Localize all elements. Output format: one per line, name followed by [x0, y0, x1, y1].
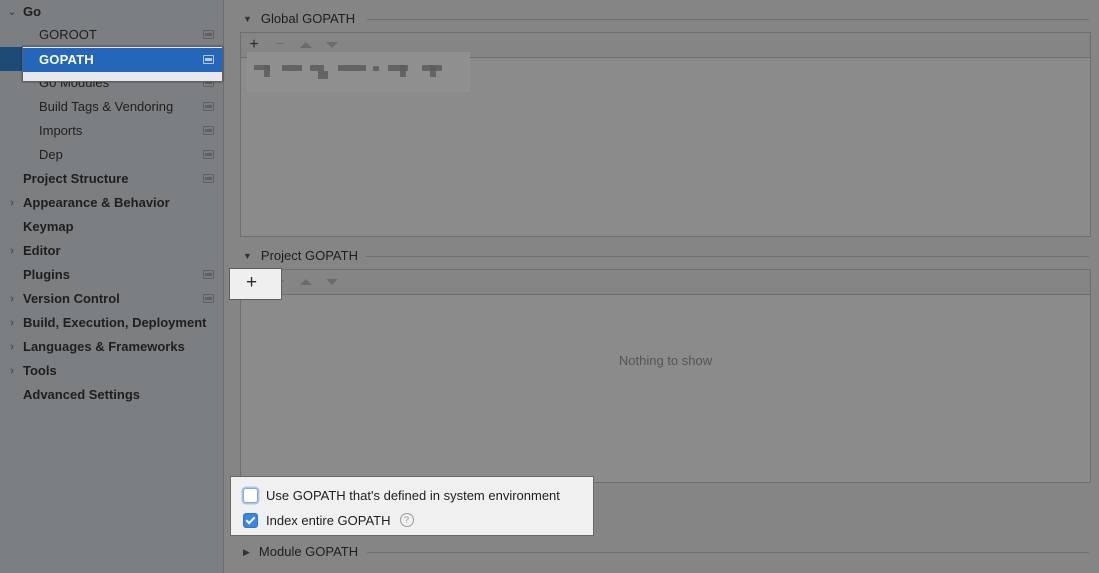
- project-gopath-header[interactable]: ▼ Project GOPATH: [243, 247, 358, 265]
- checkbox-unchecked-icon[interactable]: [243, 487, 258, 503]
- project-level-icon: [203, 126, 214, 135]
- chevron-right-icon[interactable]: ›: [6, 335, 18, 359]
- plus-icon: +: [246, 272, 258, 293]
- move-down-icon[interactable]: [326, 42, 338, 48]
- project-level-icon: [203, 30, 214, 39]
- sidebar-item-version-control[interactable]: › Version Control: [0, 287, 223, 311]
- project-level-icon: [203, 294, 214, 303]
- triangle-right-icon[interactable]: ▶: [243, 543, 250, 561]
- chevron-right-icon[interactable]: ›: [6, 191, 18, 215]
- checkbox-checked-icon[interactable]: [243, 512, 258, 528]
- add-project-gopath-button[interactable]: +: [229, 268, 282, 300]
- triangle-down-icon[interactable]: ▼: [243, 10, 252, 28]
- chevron-right-icon[interactable]: ›: [6, 287, 18, 311]
- sidebar-item-gopath[interactable]: GOPATH: [23, 48, 222, 72]
- chevron-right-icon[interactable]: ›: [6, 239, 18, 263]
- chevron-down-icon[interactable]: ⌄: [6, 0, 18, 24]
- project-level-icon: [203, 270, 214, 279]
- project-level-icon: [203, 102, 214, 111]
- gopath-options-panel: Use GOPATH that's defined in system envi…: [230, 476, 594, 536]
- sidebar-item-plugins[interactable]: Plugins: [0, 263, 223, 287]
- move-down-icon[interactable]: [326, 279, 338, 285]
- project-level-icon: [203, 55, 214, 64]
- sidebar-item-appearance-behavior[interactable]: › Appearance & Behavior: [0, 191, 223, 215]
- index-entire-gopath-checkbox[interactable]: Index entire GOPATH ?: [243, 510, 414, 530]
- move-up-icon[interactable]: [300, 279, 312, 285]
- chevron-right-icon[interactable]: ›: [6, 359, 18, 383]
- empty-list-text: Nothing to show: [618, 353, 713, 368]
- section-divider: [367, 552, 1089, 553]
- global-gopath-title: Global GOPATH: [260, 11, 356, 26]
- gopath-entry-redacted[interactable]: [247, 52, 470, 92]
- sidebar-item-build-execution-deployment[interactable]: › Build, Execution, Deployment: [0, 311, 223, 335]
- use-system-gopath-checkbox[interactable]: Use GOPATH that's defined in system envi…: [243, 485, 560, 505]
- project-gopath-toolbar: −: [241, 270, 1090, 295]
- sidebar-item-go[interactable]: ⌄ Go: [0, 0, 223, 24]
- sidebar-item-editor[interactable]: › Editor: [0, 239, 223, 263]
- project-level-icon: [203, 174, 214, 183]
- project-level-icon: [203, 150, 214, 159]
- project-gopath-list[interactable]: − Nothing to show: [240, 269, 1091, 483]
- sidebar-item-languages-frameworks[interactable]: › Languages & Frameworks: [0, 335, 223, 359]
- sidebar-item-advanced-settings[interactable]: Advanced Settings: [0, 383, 223, 407]
- project-gopath-title: Project GOPATH: [260, 248, 358, 263]
- sidebar-item-dep[interactable]: Dep: [0, 143, 223, 167]
- sidebar-item-imports[interactable]: Imports: [0, 119, 223, 143]
- section-divider: [367, 19, 1089, 20]
- move-up-icon[interactable]: [300, 42, 312, 48]
- sidebar-item-gopath-highlight[interactable]: GOPATH: [22, 46, 223, 82]
- selection-band: [0, 47, 23, 71]
- sidebar-item-goroot[interactable]: GOROOT: [0, 23, 223, 47]
- module-gopath-header[interactable]: ▶ Module GOPATH: [243, 543, 358, 561]
- module-gopath-title: Module GOPATH: [258, 544, 359, 559]
- section-divider: [366, 256, 1089, 257]
- sidebar-item-tools[interactable]: › Tools: [0, 359, 223, 383]
- sidebar-item-build-tags[interactable]: Build Tags & Vendoring: [0, 95, 223, 119]
- settings-sidebar: ⌄ Go GOROOT Go Modules Build Tags & Vend…: [0, 0, 224, 573]
- triangle-down-icon[interactable]: ▼: [243, 247, 252, 265]
- sidebar-item-keymap[interactable]: Keymap: [0, 215, 223, 239]
- global-gopath-list[interactable]: + −: [240, 32, 1091, 237]
- chevron-right-icon[interactable]: ›: [6, 311, 18, 335]
- global-gopath-header[interactable]: ▼ Global GOPATH: [243, 10, 355, 28]
- help-icon[interactable]: ?: [399, 513, 414, 527]
- sidebar-item-project-structure[interactable]: Project Structure: [0, 167, 223, 191]
